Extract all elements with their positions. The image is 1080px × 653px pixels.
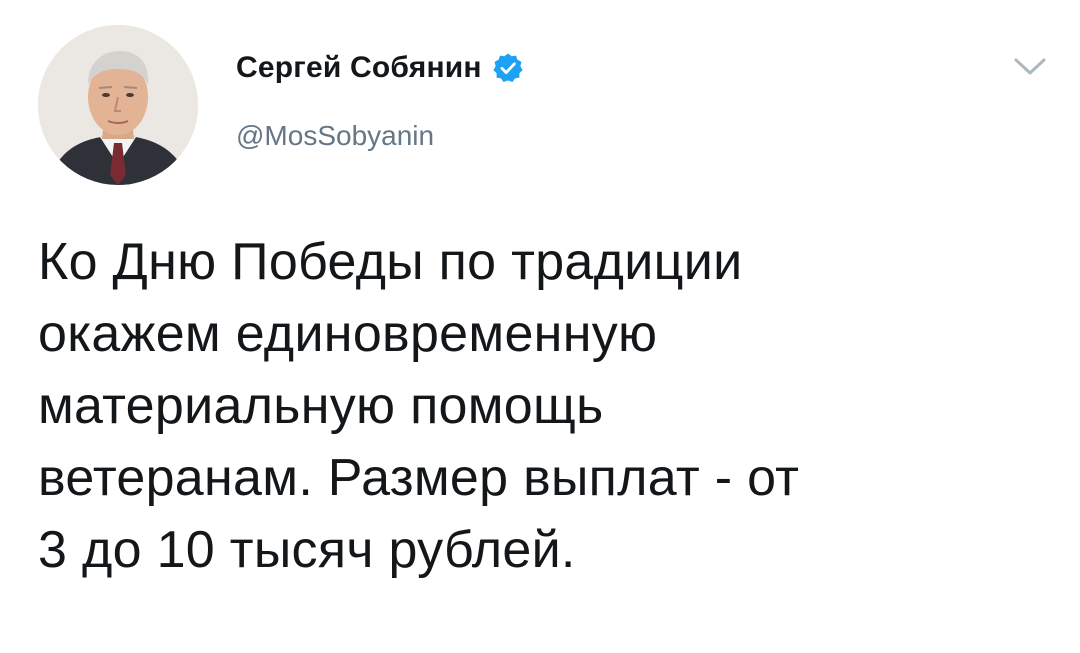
name-row: Сергей Собянин: [236, 48, 524, 88]
tweet-text-line: 3 до 10 тысяч рублей.: [38, 521, 576, 579]
username-handle[interactable]: @MosSobyanin: [236, 120, 524, 152]
tweet-text-line: окажем единовременную: [38, 305, 658, 363]
tweet-text-line: Ко Дню Победы по традиции: [38, 233, 743, 291]
tweet-text: Ко Дню Победы по традиции окажем единовр…: [38, 226, 1048, 586]
tweet-card: Сергей Собянин @MosSobyanin Ко Дню Побед…: [0, 0, 1080, 653]
verified-badge-icon: [492, 52, 524, 84]
tweet-menu-button[interactable]: [1008, 52, 1052, 82]
avatar[interactable]: [38, 25, 198, 185]
tweet-text-line: ветеранам. Размер выплат - от: [38, 449, 800, 507]
tweet-text-line: материальную помощь: [38, 377, 604, 435]
display-name[interactable]: Сергей Собянин: [236, 51, 482, 85]
chevron-down-icon: [1014, 58, 1046, 75]
author-info: Сергей Собянин @MosSobyanin: [236, 48, 524, 152]
avatar-image: [38, 25, 198, 185]
